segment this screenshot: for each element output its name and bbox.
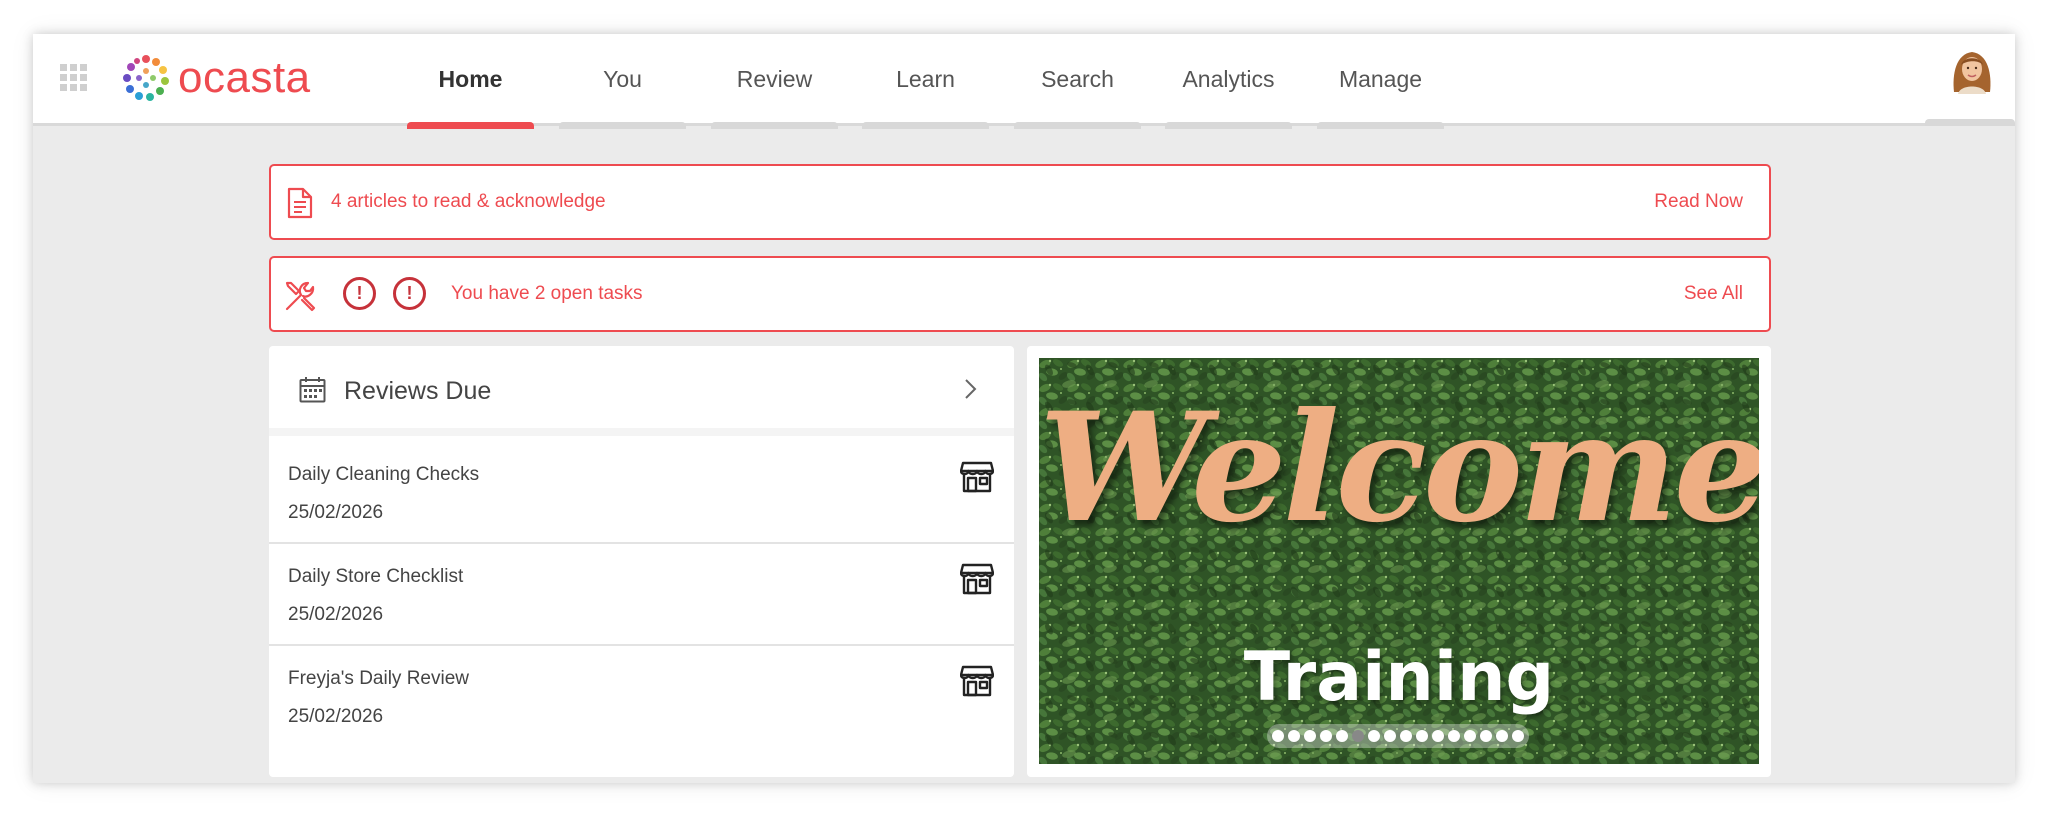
carousel-caption: Training xyxy=(1243,638,1555,717)
brand-name: ocasta xyxy=(178,53,311,102)
tab-label: Manage xyxy=(1338,66,1423,92)
tab-underline xyxy=(862,122,989,129)
tab-review[interactable]: Review xyxy=(711,34,838,129)
carousel-dot[interactable] xyxy=(1512,730,1524,742)
tab-manage[interactable]: Manage xyxy=(1317,34,1444,129)
brand-logo[interactable]: ocasta xyxy=(122,53,311,103)
review-date: 25/02/2026 xyxy=(288,706,384,727)
tab-analytics[interactable]: Analytics xyxy=(1165,34,1292,129)
carousel-dot[interactable] xyxy=(1320,730,1332,742)
carousel-dot[interactable] xyxy=(1432,730,1444,742)
calendar-icon xyxy=(299,377,326,403)
avatar-underline xyxy=(1925,119,2015,126)
review-item[interactable]: Daily Cleaning Checks 25/02/2026 xyxy=(269,442,1014,544)
alert-icon: ! xyxy=(393,277,426,310)
reviews-due-title: Reviews Due xyxy=(344,377,492,405)
review-item[interactable]: Daily Store Checklist 25/02/2026 xyxy=(269,544,1014,646)
app-window: ocasta Home You Review Learn Search Anal… xyxy=(33,34,2015,783)
tab-you[interactable]: You xyxy=(559,34,686,129)
carousel-dot[interactable] xyxy=(1464,730,1476,742)
review-name: Daily Store Checklist xyxy=(288,566,464,587)
tab-search[interactable]: Search xyxy=(1014,34,1141,129)
tab-home[interactable]: Home xyxy=(407,34,534,129)
carousel-dot[interactable] xyxy=(1288,730,1300,742)
review-name: Freyja's Daily Review xyxy=(288,668,470,689)
articles-banner-text: 4 articles to read & acknowledge xyxy=(331,191,606,212)
carousel-dot[interactable] xyxy=(1496,730,1508,742)
tasks-banner[interactable]: ! ! You have 2 open tasks See All xyxy=(269,256,1771,332)
carousel-dot[interactable] xyxy=(1304,730,1316,742)
carousel-dot[interactable] xyxy=(1272,730,1284,742)
tab-underline xyxy=(407,122,534,129)
tab-underline xyxy=(1317,122,1444,129)
store-icon xyxy=(960,665,994,697)
articles-banner[interactable]: 4 articles to read & acknowledge Read No… xyxy=(269,164,1771,240)
store-icon xyxy=(960,563,994,595)
alert-icon: ! xyxy=(343,277,376,310)
review-date: 25/02/2026 xyxy=(288,502,384,523)
see-all-link[interactable]: See All xyxy=(1684,280,1743,308)
logo-mark-icon xyxy=(123,55,169,101)
tab-underline xyxy=(1014,122,1141,129)
tab-label: Learn xyxy=(896,66,955,92)
tab-label: Review xyxy=(736,66,813,92)
read-now-link[interactable]: Read Now xyxy=(1654,188,1743,216)
carousel-slide-image[interactable]: Welcome Training xyxy=(1039,358,1759,764)
tools-icon xyxy=(285,281,316,312)
tab-label: You xyxy=(603,66,642,92)
carousel-dot[interactable] xyxy=(1480,730,1492,742)
carousel-pagination xyxy=(1267,724,1529,748)
review-name: Daily Cleaning Checks xyxy=(288,464,480,485)
carousel-dot[interactable] xyxy=(1336,730,1348,742)
tab-underline xyxy=(1165,122,1292,129)
chevron-right-icon[interactable] xyxy=(963,378,977,400)
tab-label: Analytics xyxy=(1182,66,1275,92)
reviews-due-header[interactable]: Reviews Due xyxy=(269,346,1014,436)
tab-label: Search xyxy=(1041,66,1114,92)
carousel-dot[interactable] xyxy=(1368,730,1380,742)
tab-label: Home xyxy=(438,66,503,92)
document-icon xyxy=(287,187,313,219)
carousel-dot[interactable] xyxy=(1448,730,1460,742)
top-navigation-bar: ocasta Home You Review Learn Search Anal… xyxy=(33,34,2015,129)
carousel-headline: Welcome xyxy=(1039,380,1759,556)
carousel-dot[interactable] xyxy=(1384,730,1396,742)
user-avatar[interactable] xyxy=(1950,48,1994,94)
carousel-dot[interactable] xyxy=(1416,730,1428,742)
app-grid-icon[interactable] xyxy=(60,64,87,91)
tab-underline xyxy=(711,122,838,129)
review-date: 25/02/2026 xyxy=(288,604,384,625)
tasks-banner-text: You have 2 open tasks xyxy=(451,283,643,304)
tab-learn[interactable]: Learn xyxy=(862,34,989,129)
carousel-dot[interactable] xyxy=(1352,730,1364,742)
review-item[interactable]: Freyja's Daily Review 25/02/2026 xyxy=(269,646,1014,748)
carousel-dot[interactable] xyxy=(1400,730,1412,742)
tab-underline xyxy=(559,122,686,129)
carousel-card: Welcome Training xyxy=(1027,346,1771,777)
store-icon xyxy=(960,461,994,493)
reviews-due-card: Reviews Due Daily Cleaning Checks 25/02/… xyxy=(269,346,1014,777)
